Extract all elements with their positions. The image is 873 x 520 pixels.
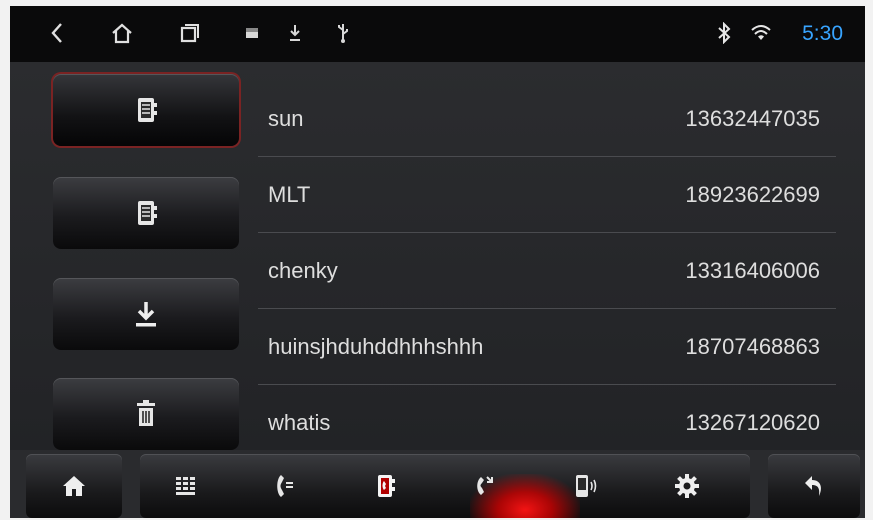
dialpad-icon[interactable] [165, 468, 205, 504]
contact-name: huinsjhduhddhhhshhh [268, 334, 484, 359]
contact-name: sun [268, 106, 304, 131]
settings-icon[interactable] [667, 468, 707, 504]
bottom-nav-bar [10, 450, 865, 518]
delete-icon [137, 400, 155, 426]
car-head-unit-screen: 5:30 sun 13632447035 MLT 18923622699 che… [10, 6, 865, 518]
recent-apps-icon[interactable] [176, 20, 202, 46]
status-bar: 5:30 [10, 6, 865, 62]
download-contacts-icon [136, 302, 156, 327]
contact-number: 18707468863 [685, 334, 820, 359]
contact-row[interactable]: sun 13632447035 [258, 80, 836, 157]
back-icon[interactable] [44, 20, 70, 46]
contact-row[interactable]: chenky 13316406006 [258, 232, 836, 309]
home-icon [54, 468, 94, 504]
contact-row[interactable]: MLT 18923622699 [258, 156, 836, 233]
contact-number: 13267120620 [685, 410, 820, 435]
phonebook-button[interactable] [53, 74, 239, 146]
sim-contacts-icon [138, 201, 157, 225]
phonebook-panel: sun 13632447035 MLT 18923622699 chenky 1… [10, 62, 865, 450]
contact-name: whatis [268, 410, 331, 435]
download-icon [286, 20, 304, 46]
return-icon [794, 468, 834, 504]
call-log-icon[interactable] [265, 468, 305, 504]
device-audio-icon[interactable] [565, 468, 605, 504]
contact-number: 13316406006 [685, 258, 820, 283]
contacts-icon[interactable] [365, 468, 405, 504]
download-contacts-button[interactable] [53, 278, 239, 350]
phonebook-icon [138, 98, 157, 122]
contact-number: 18923622699 [685, 182, 820, 207]
contact-name: MLT [268, 182, 311, 207]
bottom-return-button[interactable] [768, 454, 860, 518]
contact-row[interactable]: whatis 13267120620 [258, 384, 836, 460]
contact-number: 13632447035 [685, 106, 820, 131]
home-icon[interactable] [108, 20, 136, 46]
sim-contacts-button[interactable] [53, 177, 239, 249]
contact-row[interactable]: huinsjhduhddhhhshhh 18707468863 [258, 308, 836, 385]
bottom-home-button[interactable] [26, 454, 122, 518]
wifi-icon [748, 20, 774, 46]
usb-icon [334, 20, 352, 46]
bluetooth-icon [714, 20, 734, 46]
bottom-nav-group [140, 454, 750, 518]
call-transfer-icon[interactable] [465, 468, 505, 504]
clock: 5:30 [802, 22, 843, 45]
notification-icon [242, 20, 262, 46]
delete-button[interactable] [53, 378, 239, 450]
contact-name: chenky [268, 258, 338, 283]
